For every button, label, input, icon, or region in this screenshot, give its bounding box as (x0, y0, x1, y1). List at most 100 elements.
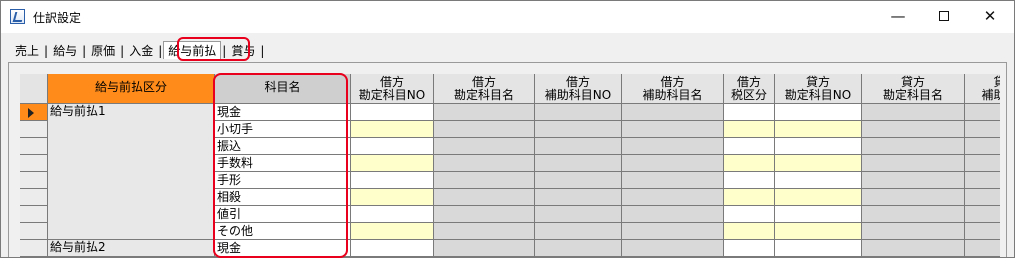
input-cell[interactable] (775, 121, 862, 138)
readonly-cell (434, 240, 535, 257)
subject-name-cell: 現金 (215, 104, 351, 121)
close-button[interactable]: ✕ (967, 1, 1013, 33)
settings-window: 仕訳設定 — ✕ 売上 | 給与 | 原価 | 入金 | 給与前払 | 賞与 | 給与前払区分 科目名借… (0, 0, 1015, 258)
readonly-cell (862, 172, 965, 189)
readonly-cell (862, 206, 965, 223)
readonly-cell (535, 121, 622, 138)
input-cell[interactable] (775, 189, 862, 206)
readonly-cell (862, 155, 965, 172)
row-selector[interactable] (20, 172, 48, 189)
tab-bonus[interactable]: 賞与 (227, 42, 259, 60)
input-cell[interactable] (351, 189, 434, 206)
readonly-cell (535, 104, 622, 121)
row-selector[interactable] (20, 206, 48, 223)
input-cell[interactable] (724, 223, 775, 240)
input-cell[interactable] (724, 121, 775, 138)
tab-deposit[interactable]: 入金 (125, 42, 157, 60)
column-header[interactable]: 借方 税区分 (724, 74, 775, 104)
tab-cost[interactable]: 原価 (87, 42, 119, 60)
column-header[interactable]: 科目名 (215, 74, 351, 104)
readonly-cell (622, 240, 724, 257)
input-cell[interactable] (724, 138, 775, 155)
row-selector[interactable] (20, 104, 48, 121)
maximize-icon (939, 11, 949, 21)
readonly-cell (965, 206, 1000, 223)
tab-separator: | (260, 44, 265, 58)
readonly-cell (535, 240, 622, 257)
readonly-cell (965, 240, 1000, 257)
readonly-cell (862, 240, 965, 257)
row-selector[interactable] (20, 223, 48, 240)
maximize-button[interactable] (921, 1, 967, 33)
tab-separator: | (44, 44, 49, 58)
input-cell[interactable] (724, 240, 775, 257)
column-header[interactable]: 給与前払区分 (48, 74, 215, 104)
readonly-cell (862, 138, 965, 155)
subject-name-cell: 現金 (215, 240, 351, 257)
readonly-cell (434, 172, 535, 189)
column-header[interactable]: 借方 勘定科目NO (351, 74, 434, 104)
subject-name-cell: 手形 (215, 172, 351, 189)
tab-sales[interactable]: 売上 (11, 42, 43, 60)
readonly-cell (965, 155, 1000, 172)
app-icon (10, 9, 25, 24)
input-cell[interactable] (775, 240, 862, 257)
column-header[interactable]: 貸補助科 (965, 74, 1000, 104)
tab-separator: | (82, 44, 87, 58)
input-cell[interactable] (775, 172, 862, 189)
input-cell[interactable] (351, 138, 434, 155)
input-cell[interactable] (724, 155, 775, 172)
input-cell[interactable] (724, 206, 775, 223)
input-cell[interactable] (724, 104, 775, 121)
readonly-cell (862, 223, 965, 240)
column-header-line1: 給与前払区分 (94, 80, 167, 94)
input-cell[interactable] (351, 121, 434, 138)
readonly-cell (965, 121, 1000, 138)
title-bar: 仕訳設定 — ✕ (1, 1, 1014, 33)
readonly-cell (434, 121, 535, 138)
tab-separator: | (158, 44, 163, 58)
column-header[interactable]: 借方 補助科目名 (622, 74, 724, 104)
readonly-cell (622, 189, 724, 206)
minimize-button[interactable]: — (875, 1, 921, 33)
tab-separator: | (120, 44, 125, 58)
input-cell[interactable] (775, 155, 862, 172)
readonly-cell (965, 138, 1000, 155)
column-header[interactable]: 貸方 勘定科目NO (775, 74, 862, 104)
row-selector[interactable] (20, 121, 48, 138)
readonly-cell (434, 138, 535, 155)
column-header[interactable]: 借方 勘定科目名 (434, 74, 535, 104)
column-header[interactable]: 借方 補助科目NO (535, 74, 622, 104)
input-cell[interactable] (775, 104, 862, 121)
input-cell[interactable] (775, 206, 862, 223)
row-selector[interactable] (20, 240, 48, 257)
input-cell[interactable] (351, 223, 434, 240)
input-cell[interactable] (351, 104, 434, 121)
readonly-cell (434, 104, 535, 121)
column-header[interactable]: 貸方 勘定科目名 (862, 74, 965, 104)
subject-name-cell: 手数料 (215, 155, 351, 172)
column-header-line2: 勘定科目NO (358, 88, 426, 102)
tab-strip: 売上 | 給与 | 原価 | 入金 | 給与前払 | 賞与 | (11, 41, 265, 61)
readonly-cell (535, 155, 622, 172)
readonly-cell (622, 121, 724, 138)
row-selector[interactable] (20, 189, 48, 206)
row-selector[interactable] (20, 155, 48, 172)
journal-grid: 給与前払区分 科目名 借方 勘定科目NO 借方 勘定科目名 借方 補助科目NO 借方 補助科目名借… (20, 74, 1000, 257)
tab-salary-advance[interactable]: 給与前払 (163, 41, 222, 59)
tab-salary[interactable]: 給与 (49, 42, 81, 60)
readonly-cell (862, 189, 965, 206)
readonly-cell (622, 172, 724, 189)
input-cell[interactable] (724, 172, 775, 189)
readonly-cell (535, 138, 622, 155)
row-selector[interactable] (20, 138, 48, 155)
input-cell[interactable] (775, 138, 862, 155)
grid-corner-header (20, 74, 48, 104)
input-cell[interactable] (775, 223, 862, 240)
column-header-line2: 勘定科目NO (784, 88, 852, 102)
input-cell[interactable] (351, 155, 434, 172)
input-cell[interactable] (351, 206, 434, 223)
input-cell[interactable] (351, 172, 434, 189)
input-cell[interactable] (351, 240, 434, 257)
input-cell[interactable] (724, 189, 775, 206)
